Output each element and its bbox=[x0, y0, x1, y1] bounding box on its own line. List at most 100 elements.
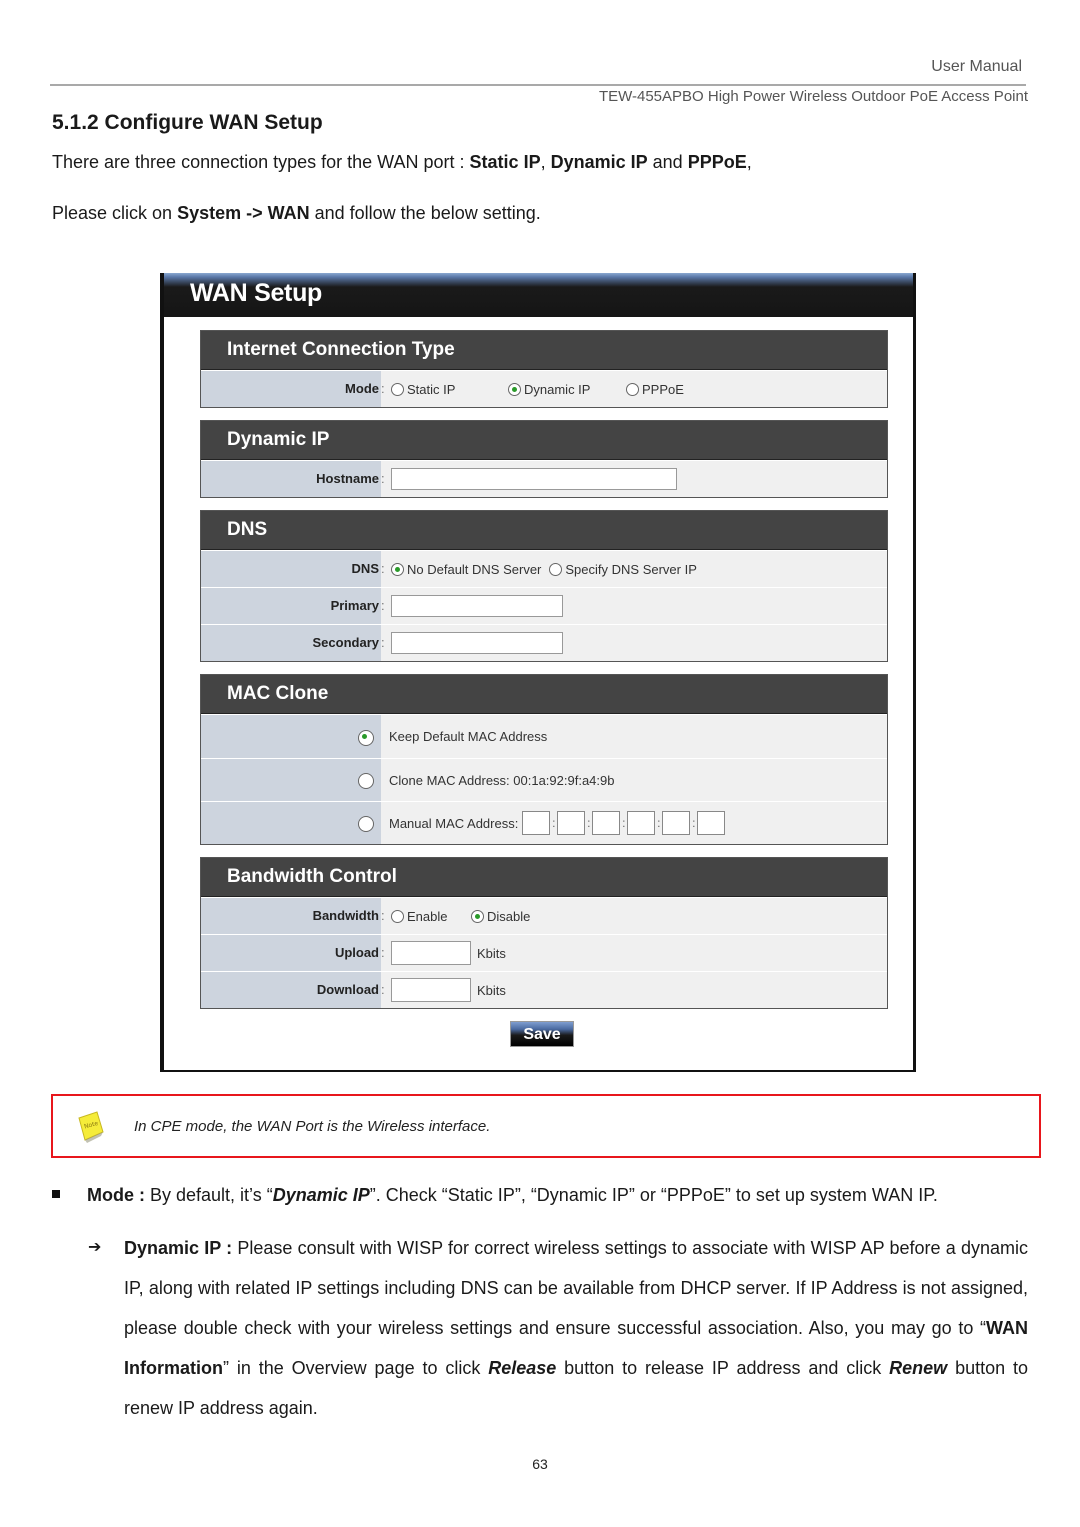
intro-sep: and bbox=[647, 152, 688, 172]
download-input[interactable] bbox=[391, 978, 471, 1002]
radio-bandwidth-enable[interactable]: Enable bbox=[391, 909, 471, 924]
section-title: 5.1.2 Configure WAN Setup bbox=[52, 111, 323, 134]
secondary-dns-row: Secondary : bbox=[201, 624, 887, 661]
mode-bullet-label: Mode : bbox=[87, 1185, 145, 1205]
panel-internet-connection-type: Internet Connection Type Mode : Static I… bbox=[200, 330, 888, 408]
panel-heading: DNS bbox=[201, 511, 887, 550]
bandwidth-row: Bandwidth : Enable Disable bbox=[201, 897, 887, 934]
note-box: Note In CPE mode, the WAN Port is the Wi… bbox=[51, 1094, 1041, 1158]
dynamic-ip-text-part: Please consult with WISP for correct wir… bbox=[124, 1238, 1028, 1338]
radio-cell bbox=[201, 802, 381, 844]
hostname-input[interactable] bbox=[391, 468, 677, 490]
radio-icon[interactable] bbox=[391, 382, 404, 396]
mac-option-label: Manual MAC Address: bbox=[389, 815, 519, 831]
save-button[interactable]: Save bbox=[510, 1021, 574, 1047]
wan-setup-titlebar: WAN Setup bbox=[164, 273, 913, 317]
colon: : bbox=[381, 561, 385, 576]
radio-selected-icon[interactable] bbox=[391, 562, 404, 576]
radio-specify-dns[interactable]: Specify DNS Server IP bbox=[549, 562, 697, 577]
colon: : bbox=[381, 471, 385, 486]
note-text: In CPE mode, the WAN Port is the Wireles… bbox=[134, 1118, 491, 1135]
radio-selected-icon[interactable] bbox=[471, 909, 484, 923]
mode-row: Mode : Static IP Dynamic IP PPPoE bbox=[201, 370, 887, 407]
type-static-ip: Static IP bbox=[469, 152, 541, 172]
type-dynamic-ip: Dynamic IP bbox=[550, 152, 648, 172]
mode-bullet-text: ”. Check “Static IP”, “Dynamic IP” or “P… bbox=[369, 1185, 938, 1205]
panel-dynamic-ip: Dynamic IP Hostname : bbox=[200, 420, 888, 498]
mac-option-label: Keep Default MAC Address bbox=[389, 729, 548, 744]
panel-heading: Bandwidth Control bbox=[201, 858, 887, 897]
radio-label: Static IP bbox=[407, 381, 456, 397]
mode-bullet-emphasis: Dynamic IP bbox=[272, 1185, 370, 1205]
panel-bandwidth-control: Bandwidth Control Bandwidth : Enable Dis… bbox=[200, 857, 888, 1009]
mac-octet-input[interactable] bbox=[662, 811, 691, 835]
radio-no-default-dns[interactable]: No Default DNS Server bbox=[391, 562, 541, 577]
panel-dns: DNS DNS : No Default DNS Server Specify … bbox=[200, 510, 888, 662]
radio-label: No Default DNS Server bbox=[407, 561, 542, 577]
intro-paragraph: There are three connection types for the… bbox=[52, 152, 752, 173]
radio-icon[interactable] bbox=[549, 562, 563, 576]
panel-heading: MAC Clone bbox=[201, 675, 887, 714]
header-product-name: TEW-455APBO High Power Wireless Outdoor … bbox=[598, 88, 1028, 105]
dns-mode-row: DNS : No Default DNS Server Specify DNS … bbox=[201, 550, 887, 587]
wan-setup-window: WAN Setup Internet Connection Type Mode … bbox=[160, 273, 916, 1072]
bullet-square-icon bbox=[52, 1190, 60, 1199]
mode-label: Mode bbox=[201, 371, 381, 407]
radio-icon[interactable] bbox=[626, 382, 639, 396]
page-number: 63 bbox=[532, 1456, 548, 1472]
upload-unit: Kbits bbox=[477, 945, 506, 961]
mac-separator: : bbox=[552, 816, 556, 830]
radio-label: Dynamic IP bbox=[524, 381, 591, 397]
radio-label: Enable bbox=[407, 908, 448, 924]
mac-option-label: Clone MAC Address: 00:1a:92:9f:a4:9b bbox=[389, 772, 615, 788]
download-row: Download : Kbits bbox=[201, 971, 887, 1008]
radio-clone-mac[interactable] bbox=[358, 772, 374, 789]
upload-input[interactable] bbox=[391, 941, 471, 965]
radio-manual-mac[interactable] bbox=[358, 815, 374, 832]
mac-keep-default-row: Keep Default MAC Address bbox=[201, 714, 887, 758]
radio-dynamic-ip[interactable]: Dynamic IP bbox=[508, 382, 626, 397]
colon: : bbox=[381, 982, 385, 997]
mac-octet-input[interactable] bbox=[592, 811, 621, 835]
instruction-suffix: and follow the below setting. bbox=[309, 203, 541, 223]
mac-separator: : bbox=[622, 816, 626, 830]
download-label: Download bbox=[201, 972, 381, 1008]
primary-dns-row: Primary : bbox=[201, 587, 887, 624]
hostname-label: Hostname bbox=[201, 461, 381, 497]
panel-heading: Dynamic IP bbox=[201, 421, 887, 460]
colon: : bbox=[381, 945, 385, 960]
mac-octet-input[interactable] bbox=[557, 811, 586, 835]
radio-static-ip[interactable]: Static IP bbox=[391, 382, 508, 397]
colon: : bbox=[381, 381, 385, 396]
secondary-label: Secondary bbox=[201, 625, 381, 661]
bandwidth-label: Bandwidth bbox=[201, 898, 381, 934]
mac-octet-input[interactable] bbox=[522, 811, 551, 835]
dns-label: DNS bbox=[201, 551, 381, 587]
radio-icon[interactable] bbox=[391, 909, 404, 923]
secondary-dns-input[interactable] bbox=[391, 632, 563, 654]
dynamic-ip-text-part: button to release IP address and click bbox=[556, 1358, 890, 1378]
mac-octet-input[interactable] bbox=[697, 811, 726, 835]
radio-cell bbox=[201, 715, 381, 758]
primary-label: Primary bbox=[201, 588, 381, 624]
arrow-right-icon: ➔ bbox=[88, 1239, 102, 1256]
colon: : bbox=[381, 635, 385, 650]
radio-keep-default-mac[interactable] bbox=[358, 729, 374, 746]
mac-separator: : bbox=[657, 816, 661, 830]
radio-label: Specify DNS Server IP bbox=[565, 561, 697, 577]
colon: : bbox=[381, 598, 385, 613]
mac-octet-input[interactable] bbox=[627, 811, 656, 835]
dynamic-ip-text-part: ” in the Overview page to click bbox=[223, 1358, 489, 1378]
colon: : bbox=[381, 908, 385, 923]
radio-label: PPPoE bbox=[642, 381, 684, 397]
primary-dns-input[interactable] bbox=[391, 595, 563, 617]
intro-suffix: , bbox=[746, 152, 752, 172]
upload-row: Upload : Kbits bbox=[201, 934, 887, 971]
mac-separator: : bbox=[692, 816, 696, 830]
mode-bullet-text: By default, it’s “ bbox=[145, 1185, 273, 1205]
header-manual-label: User Manual bbox=[931, 58, 1022, 75]
renew-emphasis: Renew bbox=[889, 1358, 948, 1378]
radio-bandwidth-disable[interactable]: Disable bbox=[471, 909, 530, 924]
radio-pppoe[interactable]: PPPoE bbox=[626, 382, 684, 397]
radio-selected-icon[interactable] bbox=[508, 382, 521, 396]
